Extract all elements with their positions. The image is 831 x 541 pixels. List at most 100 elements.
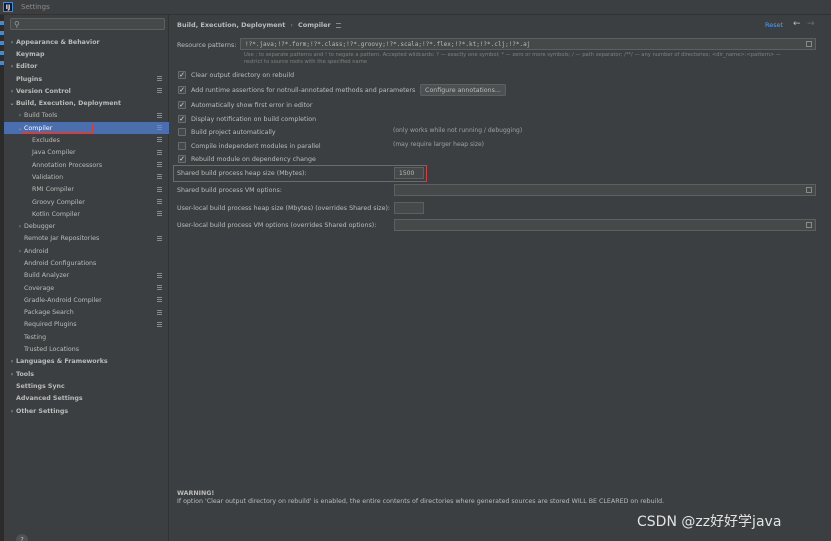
- sidebar-item-advanced-settings[interactable]: Advanced Settings: [4, 393, 169, 405]
- breadcrumb: Build, Execution, Deployment › Compiler: [177, 21, 341, 29]
- resource-patterns-input[interactable]: !?*.java;!?*.form;!?*.class;!?*.groovy;!…: [240, 38, 816, 50]
- sidebar-item-plugins[interactable]: Plugins: [4, 73, 169, 85]
- sidebar-item-label: Advanced Settings: [16, 395, 83, 403]
- configure-annotations-button[interactable]: Configure annotations...: [420, 84, 506, 96]
- sidebar-item-required-plugins[interactable]: Required Plugins: [4, 319, 169, 331]
- sidebar-item-editor[interactable]: › Editor: [4, 61, 169, 73]
- expand-field-icon[interactable]: [806, 41, 812, 47]
- project-level-icon: [157, 211, 162, 217]
- chevron-right-icon[interactable]: ›: [8, 39, 16, 46]
- sidebar-item-label: Tools: [16, 370, 35, 378]
- chevron-right-icon[interactable]: ›: [8, 63, 16, 70]
- sidebar-item-label: Java Compiler: [32, 149, 76, 157]
- sidebar-item-package-search[interactable]: Package Search: [4, 307, 169, 319]
- sidebar-item-build-analyzer[interactable]: Build Analyzer: [4, 270, 169, 282]
- sidebar-item-compiler[interactable]: ⌄ Compiler: [4, 122, 169, 135]
- heap-size-input[interactable]: 1500: [394, 167, 424, 179]
- sidebar-item-version-control[interactable]: › Version Control: [4, 85, 169, 97]
- checkbox-clear-output-directory-on-rebuild[interactable]: ✓ Clear output directory on rebuild: [178, 70, 294, 80]
- vm-options-input[interactable]: [394, 184, 816, 196]
- settings-tree: › Appearance & Behavior Keymap › Editor Plugi…: [4, 36, 169, 417]
- project-level-icon: [157, 88, 162, 94]
- sidebar-item-remote-jar-repositories[interactable]: Remote Jar Repositories: [4, 233, 169, 245]
- checkbox-label: Rebuild module on dependency change: [191, 155, 316, 163]
- build-auto-note: (only works while not running / debuggin…: [393, 127, 523, 134]
- project-level-icon: [157, 284, 162, 290]
- help-button[interactable]: ?: [16, 534, 28, 541]
- checkbox-automatically-show-first-error-in-editor[interactable]: ✓ Automatically show first error in edito…: [178, 100, 312, 110]
- sidebar-item-gradle-android-compiler[interactable]: Gradle-Android Compiler: [4, 294, 169, 306]
- checkbox-checked-icon[interactable]: ✓: [178, 86, 186, 94]
- checkbox-label: Display notification on build completion: [191, 115, 317, 123]
- checkbox-label: Add runtime assertions for notnull-annot…: [191, 86, 416, 94]
- settings-sidebar: ⚲ › Appearance & Behavior Keymap › Editor Plu…: [4, 15, 169, 541]
- checkbox-checked-icon[interactable]: ✓: [178, 101, 186, 109]
- user-heap-input[interactable]: [394, 202, 424, 214]
- sidebar-item-tools[interactable]: › Tools: [4, 368, 169, 380]
- sidebar-item-label: Version Control: [16, 87, 71, 95]
- chevron-right-icon[interactable]: ›: [8, 371, 16, 378]
- sidebar-item-coverage[interactable]: Coverage: [4, 282, 169, 294]
- csdn-watermark: CSDN @zz好好学java: [637, 514, 782, 530]
- sidebar-item-build-execution-deployment[interactable]: ⌄ Build, Execution, Deployment: [4, 97, 169, 109]
- sidebar-item-testing[interactable]: Testing: [4, 331, 169, 343]
- chevron-right-icon[interactable]: ›: [8, 408, 16, 415]
- checkbox-build-project-automatically[interactable]: ✓ Build project automatically: [178, 127, 276, 137]
- chevron-right-icon[interactable]: ›: [8, 88, 16, 95]
- forward-arrow-icon[interactable]: →: [807, 19, 815, 29]
- checkbox-checked-icon[interactable]: ✓: [178, 155, 186, 163]
- sidebar-item-appearance-behavior[interactable]: › Appearance & Behavior: [4, 36, 169, 48]
- checkbox-checked-icon[interactable]: ✓: [178, 115, 186, 123]
- sidebar-item-trusted-locations[interactable]: Trusted Locations: [4, 343, 169, 355]
- chevron-down-icon[interactable]: ⌄: [8, 100, 16, 107]
- sidebar-item-kotlin-compiler[interactable]: Kotlin Compiler: [4, 208, 169, 220]
- parallel-note: (may require larger heap size): [393, 141, 484, 148]
- sidebar-item-excludes[interactable]: Excludes: [4, 134, 169, 146]
- sidebar-item-label: Android Configurations: [24, 259, 97, 267]
- back-arrow-icon[interactable]: ←: [793, 19, 801, 29]
- checkbox-unchecked-icon[interactable]: ✓: [178, 128, 186, 136]
- sidebar-item-debugger[interactable]: › Debugger: [4, 220, 169, 232]
- project-level-icon: [157, 186, 162, 192]
- checkbox-compile-independent-modules-in-parallel[interactable]: ✓ Compile independent modules in parallel: [178, 141, 321, 151]
- checkbox-label: Build project automatically: [191, 128, 276, 136]
- project-level-icon: [157, 235, 162, 241]
- project-level-icon: [157, 125, 162, 131]
- warning-text: If option 'Clear output directory on reb…: [177, 498, 665, 505]
- project-level-icon: [157, 161, 162, 167]
- sidebar-item-label: Editor: [16, 63, 38, 71]
- project-level-icon: [157, 149, 162, 155]
- user-vm-input[interactable]: [394, 219, 816, 231]
- settings-search-input[interactable]: ⚲: [10, 18, 165, 30]
- checkbox-checked-icon[interactable]: ✓: [178, 71, 186, 79]
- chevron-right-icon[interactable]: ›: [16, 112, 24, 119]
- checkbox-add-runtime-assertions-for-notnull-annotated-methods-and-parameters[interactable]: ✓ Add runtime assertions for notnull-anno…: [178, 85, 415, 95]
- sidebar-item-annotation-processors[interactable]: Annotation Processors: [4, 159, 169, 171]
- project-level-icon: [157, 75, 162, 81]
- chevron-right-icon[interactable]: ›: [8, 358, 16, 365]
- sidebar-item-label: Build Analyzer: [24, 272, 70, 280]
- sidebar-item-label: Plugins: [16, 75, 43, 83]
- sidebar-item-languages-frameworks[interactable]: › Languages & Frameworks: [4, 356, 169, 368]
- chevron-right-icon[interactable]: ›: [16, 223, 24, 230]
- sidebar-item-validation[interactable]: Validation: [4, 171, 169, 183]
- warning-title: WARNING!: [177, 490, 215, 497]
- chevron-right-icon[interactable]: ›: [16, 248, 24, 255]
- checkbox-rebuild-module-on-dependency-change[interactable]: ✓ Rebuild module on dependency change: [178, 154, 316, 164]
- sidebar-item-other-settings[interactable]: › Other Settings: [4, 405, 169, 417]
- sidebar-item-settings-sync[interactable]: Settings Sync: [4, 380, 169, 392]
- sidebar-item-label: Required Plugins: [24, 321, 77, 329]
- sidebar-item-rmi-compiler[interactable]: RMI Compiler: [4, 184, 169, 196]
- reset-link[interactable]: Reset: [765, 21, 783, 29]
- checkbox-display-notification-on-build-completion[interactable]: ✓ Display notification on build completio…: [178, 114, 316, 124]
- sidebar-item-java-compiler[interactable]: Java Compiler: [4, 147, 169, 159]
- sidebar-item-android[interactable]: › Android: [4, 245, 169, 257]
- expand-field-icon[interactable]: [806, 187, 812, 193]
- sidebar-item-android-configurations[interactable]: Android Configurations: [4, 257, 169, 269]
- sidebar-item-label: Excludes: [32, 137, 60, 145]
- expand-field-icon[interactable]: [806, 222, 812, 228]
- checkbox-unchecked-icon[interactable]: ✓: [178, 142, 186, 150]
- sidebar-item-groovy-compiler[interactable]: Groovy Compiler: [4, 196, 169, 208]
- sidebar-item-keymap[interactable]: Keymap: [4, 48, 169, 60]
- sidebar-item-build-tools[interactable]: › Build Tools: [4, 110, 169, 122]
